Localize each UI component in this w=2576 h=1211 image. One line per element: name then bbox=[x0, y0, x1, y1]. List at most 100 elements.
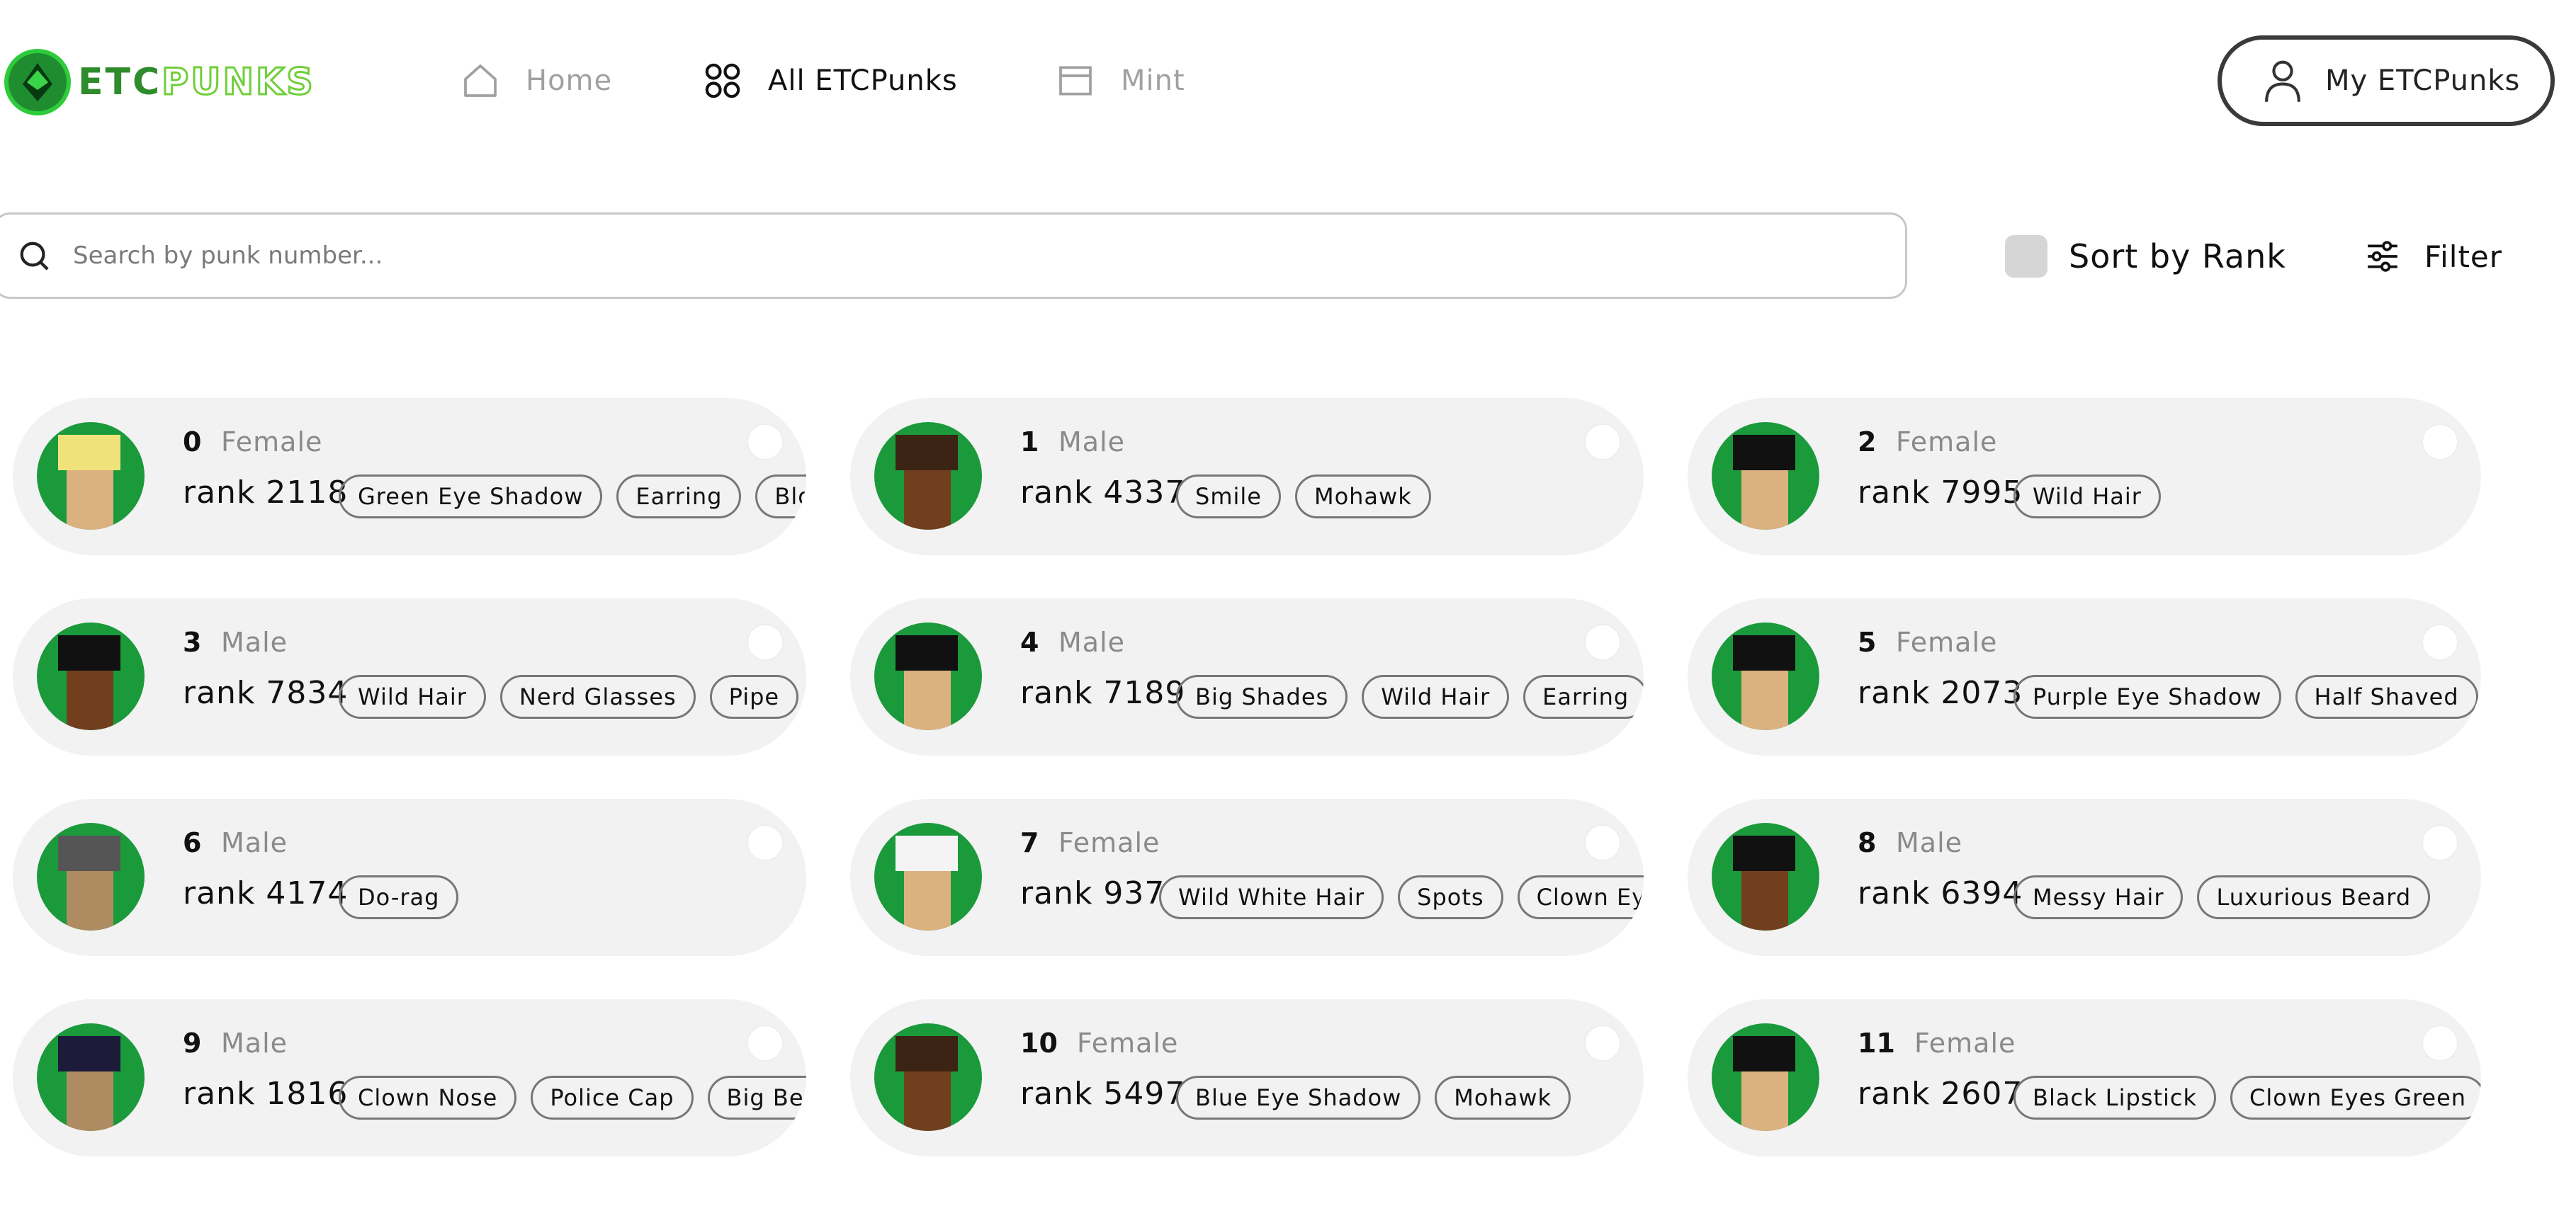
punk-rank: rank 2073 bbox=[1858, 675, 2023, 711]
punk-number: 8 bbox=[1858, 827, 1877, 858]
trait-list: Blue Eye Shadow Mohawk bbox=[1176, 1076, 1585, 1120]
trait-list: Wild White Hair Spots Clown Eyes bbox=[1159, 875, 1644, 919]
punk-card[interactable]: 7 Female rank 937 Wild White Hair Spots Clown… bbox=[850, 799, 1644, 956]
select-radio[interactable] bbox=[2422, 824, 2458, 861]
trait-list: Clown Nose Police Cap Big Beard bbox=[339, 1076, 806, 1120]
select-radio[interactable] bbox=[1584, 824, 1621, 861]
trait-tag[interactable]: Mohawk bbox=[1435, 1076, 1571, 1120]
user-icon bbox=[2265, 60, 2300, 102]
sort-by-rank-checkbox[interactable] bbox=[2005, 235, 2047, 278]
punk-rank: rank 7834 bbox=[183, 675, 349, 711]
trait-list: Messy Hair Luxurious Beard bbox=[2013, 875, 2444, 919]
trait-tag[interactable]: Half Shaved bbox=[2295, 675, 2478, 719]
punk-rank: rank 2118 bbox=[183, 474, 349, 511]
trait-tag[interactable]: Blonde bbox=[755, 474, 806, 518]
punk-hair bbox=[1733, 1036, 1795, 1071]
trait-tag[interactable]: Purple Eye Shadow bbox=[2013, 675, 2281, 719]
punk-rank: rank 937 bbox=[1020, 875, 1165, 911]
punk-card[interactable]: 9 Male rank 1816 Clown Nose Police Cap Big Be… bbox=[13, 999, 806, 1156]
punk-gender: Female bbox=[1077, 1028, 1179, 1059]
punk-gender: Male bbox=[1058, 627, 1126, 658]
select-radio[interactable] bbox=[747, 824, 784, 861]
punk-card[interactable]: 8 Male rank 6394 Messy Hair Luxurious Beard bbox=[1688, 799, 2481, 956]
trait-tag[interactable]: Wild Hair bbox=[2013, 474, 2161, 518]
trait-tag[interactable]: Wild White Hair bbox=[1159, 875, 1384, 919]
punk-hair bbox=[58, 836, 120, 871]
trait-tag[interactable]: Green Eye Shadow bbox=[339, 474, 603, 518]
etcpunks-logo[interactable]: ETCPUNKS bbox=[4, 48, 344, 116]
trait-tag[interactable]: Blue Eye Shadow bbox=[1176, 1076, 1421, 1120]
search-input[interactable] bbox=[72, 241, 1843, 271]
trait-tag[interactable]: Police Cap bbox=[531, 1076, 694, 1120]
trait-tag[interactable]: Do-rag bbox=[339, 875, 459, 919]
search-bar bbox=[0, 212, 1907, 299]
select-radio[interactable] bbox=[2422, 423, 2458, 460]
sort-by-rank-toggle[interactable]: Sort by Rank bbox=[2005, 234, 2286, 279]
trait-list: Smile Mohawk bbox=[1176, 474, 1445, 518]
trait-tag[interactable]: Mohawk bbox=[1294, 474, 1431, 518]
punk-card[interactable]: 6 Male rank 4174 Do-rag bbox=[13, 799, 806, 956]
sliders-icon bbox=[2368, 241, 2397, 272]
punk-card[interactable]: 1 Male rank 4337 Smile Mohawk bbox=[850, 398, 1644, 555]
punk-gender: Female bbox=[1896, 426, 1998, 457]
trait-tag[interactable]: Earring bbox=[1523, 675, 1644, 719]
trait-tag[interactable]: Clown Eyes Green bbox=[2230, 1076, 2481, 1120]
punk-rank: rank 2607 bbox=[1858, 1076, 2023, 1112]
punk-avatar bbox=[37, 622, 145, 730]
nav-all-etcpunks-label: All ETCPunks bbox=[768, 64, 958, 97]
select-radio[interactable] bbox=[747, 423, 784, 460]
punk-rank: rank 6394 bbox=[1858, 875, 2023, 911]
select-radio[interactable] bbox=[1584, 1025, 1621, 1062]
punk-number: 3 bbox=[183, 627, 202, 658]
punk-card[interactable]: 4 Male rank 7189 Big Shades Wild Hair Earring bbox=[850, 598, 1644, 756]
trait-tag[interactable]: Messy Hair bbox=[2013, 875, 2184, 919]
select-radio[interactable] bbox=[2422, 624, 2458, 661]
nav-mint[interactable]: Mint bbox=[1056, 55, 1185, 106]
punk-avatar bbox=[874, 622, 982, 730]
trait-tag[interactable]: Smile bbox=[1176, 474, 1281, 518]
trait-tag[interactable]: Big Shades bbox=[1176, 675, 1348, 719]
punk-rank: rank 4174 bbox=[183, 875, 349, 911]
select-radio[interactable] bbox=[747, 624, 784, 661]
select-radio[interactable] bbox=[1584, 624, 1621, 661]
trait-tag[interactable]: Wild Hair bbox=[339, 675, 486, 719]
punk-avatar bbox=[1712, 823, 1819, 931]
trait-tag[interactable]: Pipe bbox=[709, 675, 799, 719]
trait-tag[interactable]: Spots bbox=[1398, 875, 1503, 919]
trait-tag[interactable]: Luxurious Beard bbox=[2197, 875, 2431, 919]
punk-hair bbox=[1733, 836, 1795, 871]
select-radio[interactable] bbox=[1584, 423, 1621, 460]
select-radio[interactable] bbox=[747, 1025, 784, 1062]
punk-gender: Male bbox=[221, 627, 288, 658]
my-etcpunks-button[interactable]: My ETCPunks bbox=[2218, 35, 2555, 126]
logo-part-punks: PUNKS bbox=[161, 60, 315, 105]
punk-card[interactable]: 0 Female rank 2118 Green Eye Shadow Earring B… bbox=[13, 398, 806, 555]
trait-tag[interactable]: Big Beard bbox=[707, 1076, 806, 1120]
trait-tag[interactable]: Clown Eyes bbox=[1517, 875, 1644, 919]
punk-card[interactable]: 11 Female rank 2607 Black Lipstick Clown Eye… bbox=[1688, 999, 2481, 1156]
trait-tag[interactable]: Wild Hair bbox=[1362, 675, 1510, 719]
punk-rank: rank 7995 bbox=[1858, 474, 2023, 511]
punk-gender: Female bbox=[1058, 827, 1160, 858]
top-nav-bar: ETCPUNKS Home All ETCPunks Mint My ETCPu… bbox=[0, 0, 2576, 163]
punk-number: 9 bbox=[183, 1028, 202, 1059]
punk-rank: rank 1816 bbox=[183, 1076, 349, 1112]
filter-button[interactable]: Filter bbox=[2365, 234, 2502, 279]
punk-card[interactable]: 2 Female rank 7995 Wild Hair bbox=[1688, 398, 2481, 555]
trait-tag[interactable]: Nerd Glasses bbox=[499, 675, 696, 719]
trait-tag[interactable]: Black Lipstick bbox=[2013, 1076, 2217, 1120]
nav-home[interactable]: Home bbox=[461, 55, 612, 106]
punk-avatar bbox=[37, 422, 145, 530]
punk-rank: rank 4337 bbox=[1020, 474, 1186, 511]
nav-all-etcpunks[interactable]: All ETCPunks bbox=[703, 55, 958, 106]
trait-list: Purple Eye ShadowHalf ShavedEarring bbox=[2013, 675, 2481, 719]
punk-avatar bbox=[874, 823, 982, 931]
punk-card[interactable]: 10 Female rank 5497 Blue Eye Shadow Mohawk bbox=[850, 999, 1644, 1156]
trait-tag[interactable]: Clown Nose bbox=[339, 1076, 517, 1120]
punk-hair bbox=[58, 435, 120, 470]
trait-tag[interactable]: Earring bbox=[616, 474, 742, 518]
punk-card[interactable]: 5 Female rank 2073 Purple Eye Shadow Half Sh… bbox=[1688, 598, 2481, 756]
select-radio[interactable] bbox=[2422, 1025, 2458, 1062]
punk-number: 10 bbox=[1020, 1028, 1058, 1059]
punk-card[interactable]: 3 Male rank 7834 Wild Hair Nerd Glasses Pipe bbox=[13, 598, 806, 756]
